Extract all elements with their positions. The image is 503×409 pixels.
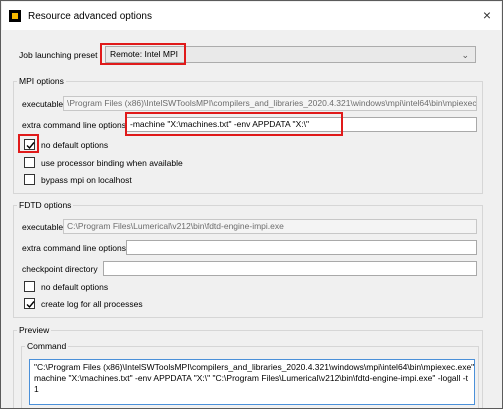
window-title: Resource advanced options xyxy=(28,11,152,22)
chevron-down-icon: ⌄ xyxy=(461,50,469,60)
command-line-1: "C:\Program Files (x86)\IntelSWToolsMPI\… xyxy=(34,362,475,372)
command-title: Command xyxy=(25,341,69,351)
app-icon xyxy=(9,10,21,22)
mpi-extra-options-label: extra command line options xyxy=(22,120,126,130)
command-line-3: 1 xyxy=(34,384,39,394)
highlight-extra-options xyxy=(125,112,343,136)
highlight-no-default xyxy=(18,134,39,153)
mpi-bypass-checkbox[interactable] xyxy=(24,174,35,185)
checkpoint-directory-label: checkpoint directory xyxy=(22,264,98,274)
mpi-binding-checkbox[interactable] xyxy=(24,157,35,168)
mpi-bypass-label: bypass mpi on localhost xyxy=(41,175,132,185)
title-bar: Resource advanced options × xyxy=(2,2,501,30)
fdtd-log-label: create log for all processes xyxy=(41,299,143,309)
job-preset-label: Job launching preset xyxy=(19,50,98,60)
mpi-executable-label: executable xyxy=(22,99,64,109)
fdtd-extra-options-input[interactable] xyxy=(126,240,477,255)
mpi-no-default-label: no default options xyxy=(41,140,109,150)
close-button[interactable]: × xyxy=(483,7,491,23)
highlight-job-preset xyxy=(100,43,186,65)
fdtd-no-default-label: no default options xyxy=(41,282,109,292)
fdtd-executable-field[interactable]: C:\Program Files\Lumerical\v212\bin\fdtd… xyxy=(63,219,477,234)
mpi-options-title: MPI options xyxy=(17,76,66,86)
fdtd-no-default-checkbox[interactable] xyxy=(24,281,35,292)
preview-title: Preview xyxy=(17,325,52,335)
checkmark-icon xyxy=(26,301,35,309)
command-preview-box[interactable]: "C:\Program Files (x86)\IntelSWToolsMPI\… xyxy=(29,359,475,405)
command-line-2: machine "X:\machines.txt" -env APPDATA "… xyxy=(34,373,468,383)
fdtd-log-checkbox[interactable] xyxy=(24,298,35,309)
checkpoint-directory-input[interactable] xyxy=(103,261,477,276)
mpi-binding-label: use processor binding when available xyxy=(41,158,183,168)
window-scrollbar[interactable] xyxy=(496,30,502,408)
fdtd-options-title: FDTD options xyxy=(17,200,74,210)
fdtd-executable-label: executable xyxy=(22,222,64,232)
mpi-executable-field[interactable]: \Program Files (x86)\IntelSWToolsMPI\com… xyxy=(63,96,477,111)
fdtd-extra-options-label: extra command line options xyxy=(22,243,126,253)
resource-advanced-options-window: Resource advanced options × Job launchin… xyxy=(0,0,503,409)
